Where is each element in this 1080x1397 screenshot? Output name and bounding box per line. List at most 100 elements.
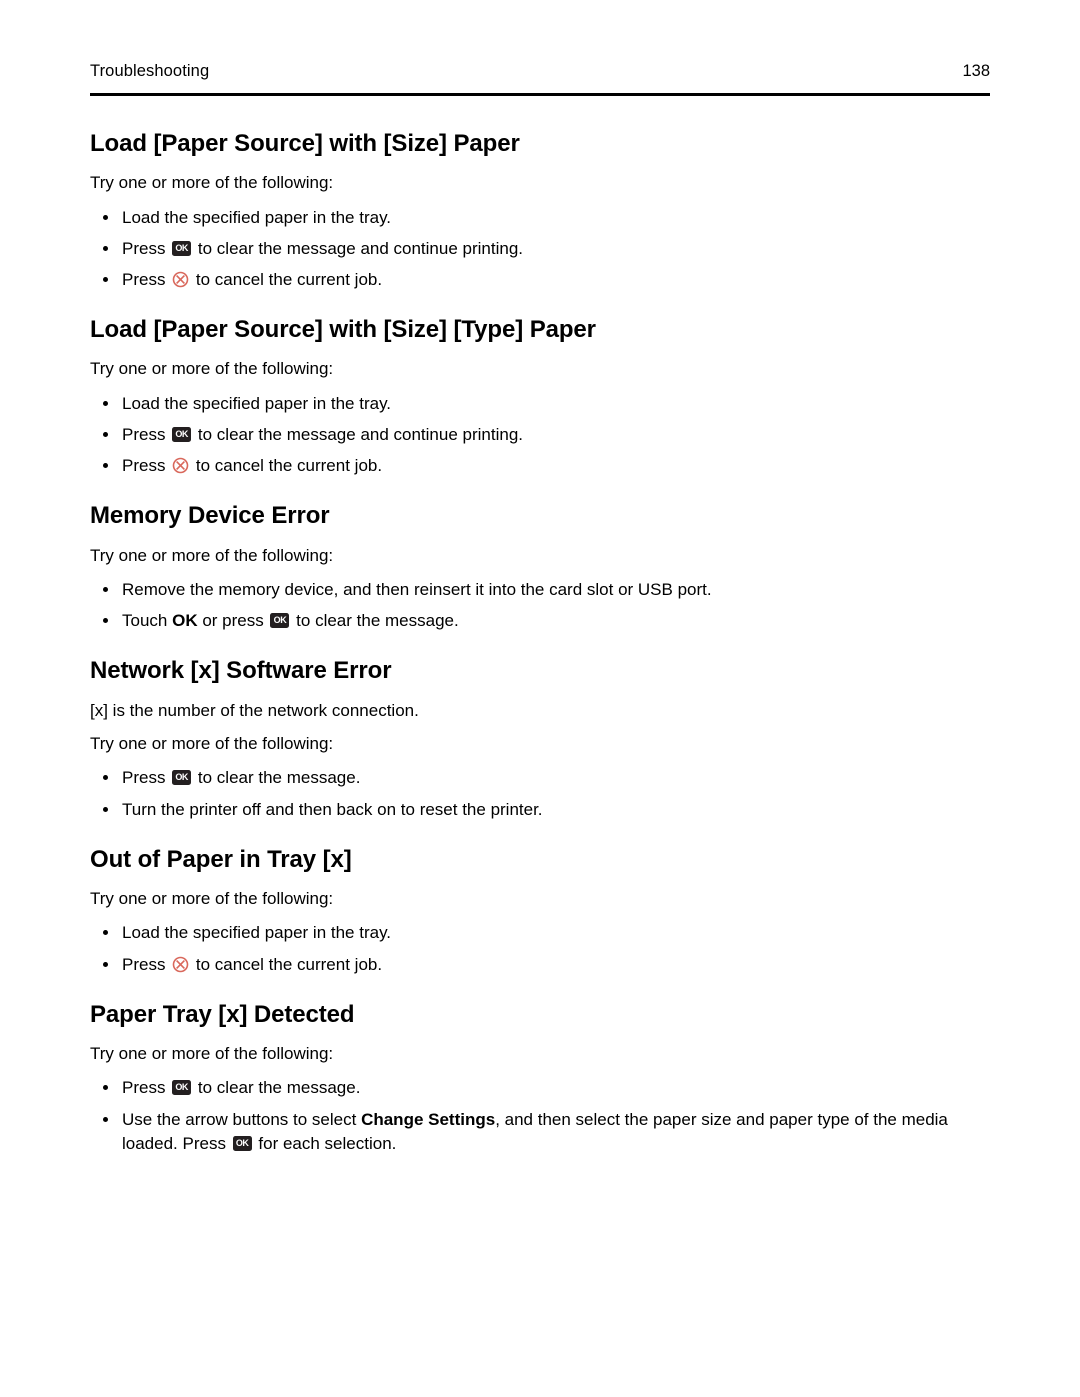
bullet-dot-icon bbox=[103, 618, 108, 624]
text-fragment: for each selection. bbox=[253, 1133, 397, 1153]
text-fragment: to cancel the current job. bbox=[191, 270, 383, 289]
text-fragment: Use the arrow buttons to select bbox=[122, 1109, 362, 1129]
text-fragment: to clear the message and continue printi… bbox=[193, 425, 524, 444]
text-fragment: or press bbox=[197, 611, 269, 631]
header-divider-rule bbox=[90, 93, 990, 96]
text-fragment: to clear the message. bbox=[193, 1078, 361, 1098]
section-intro-text-secondary: Try one or more of the following: bbox=[90, 734, 334, 753]
content-section: Network [x] Software Error [x] is the num… bbox=[90, 657, 1000, 821]
bullet-dot-icon bbox=[103, 961, 108, 967]
section-heading: Network [x] Software Error bbox=[90, 657, 392, 685]
text-fragment: to cancel the current job. bbox=[191, 456, 383, 476]
section-intro-text: Try one or more of the following: bbox=[90, 359, 334, 379]
ok-button-icon: OK bbox=[172, 240, 192, 256]
bullet-dot-icon bbox=[103, 587, 108, 592]
bullet-dot-icon bbox=[103, 277, 108, 282]
bullet-dot-icon bbox=[103, 214, 108, 220]
content-section: Memory Device Error Try one or more of th… bbox=[90, 502, 1000, 633]
list-item: Remove the memory device, and then reins… bbox=[90, 578, 1000, 602]
text-fragment: Press bbox=[122, 425, 171, 444]
list-item: Press OK to clear the message. bbox=[90, 1076, 1000, 1100]
document-page: Troubleshooting 138 Load [Paper Source] … bbox=[0, 0, 1080, 1397]
content-section: Load [Paper Source] with [Size] Paper Try… bbox=[90, 130, 1000, 292]
section-intro-text: [x] is the number of the network connect… bbox=[90, 700, 419, 720]
text-fragment: Press bbox=[122, 456, 171, 476]
bullet-dot-icon bbox=[103, 775, 108, 781]
text-fragment: Turn the printer off and then back on to… bbox=[122, 799, 543, 819]
instruction-list: Load the specified paper in the tray. Pre… bbox=[90, 206, 1000, 292]
list-item: Press OK to clear the message and contin… bbox=[90, 423, 1000, 447]
text-fragment: Press bbox=[122, 768, 171, 788]
text-fragment: to clear the message and continue printi… bbox=[193, 238, 524, 258]
page-number: 138 bbox=[962, 62, 990, 80]
text-fragment: to clear the message. bbox=[193, 768, 361, 788]
section-heading: Paper Tray [x] Detected bbox=[90, 1000, 355, 1028]
running-header: Troubleshooting 138 bbox=[90, 62, 990, 80]
bullet-dot-icon bbox=[103, 806, 108, 812]
bullet-dot-icon bbox=[103, 1085, 108, 1091]
text-fragment: Load the specified paper in the tray. bbox=[122, 923, 392, 943]
page-content: Load [Paper Source] with [Size] Paper Try… bbox=[90, 130, 1000, 1156]
list-item: Press OK to clear the message. bbox=[90, 766, 1000, 790]
bullet-dot-icon bbox=[103, 400, 108, 406]
list-item: Use the arrow buttons to select Change S… bbox=[90, 1108, 1000, 1156]
bullet-dot-icon bbox=[103, 463, 108, 469]
content-section: Paper Tray [x] Detected Try one or more o… bbox=[90, 1001, 1000, 1156]
instruction-list: Load the specified paper in the tray. Pre… bbox=[90, 921, 1000, 976]
list-item: Load the specified paper in the tray. bbox=[90, 206, 1000, 230]
emphasized-term: Change Settings bbox=[361, 1109, 496, 1129]
section-heading: Load [Paper Source] with [Size] Paper bbox=[90, 130, 520, 157]
cancel-button-icon bbox=[172, 956, 189, 973]
section-heading: Memory Device Error bbox=[90, 502, 330, 530]
ok-icon-label: OK bbox=[175, 1082, 189, 1093]
text-fragment: Press bbox=[122, 954, 171, 974]
section-intro-text: Try one or more of the following: bbox=[90, 173, 334, 193]
text-fragment: Load the specified paper in the tray. bbox=[122, 207, 392, 227]
section-heading: Out of Paper in Tray [x] bbox=[90, 845, 352, 873]
list-item: Load the specified paper in the tray. bbox=[90, 921, 1000, 945]
list-item: Press to cancel the current job. bbox=[90, 953, 1000, 977]
text-fragment: Press bbox=[122, 238, 171, 258]
instruction-list: Press OK to clear the message. Turn the p… bbox=[90, 766, 1000, 821]
ok-icon-label: OK bbox=[273, 615, 287, 626]
list-item: Turn the printer off and then back on to… bbox=[90, 798, 1000, 822]
ok-icon-label: OK bbox=[175, 772, 189, 783]
ok-icon-label: OK bbox=[175, 242, 189, 253]
instruction-list: Remove the memory device, and then reins… bbox=[90, 578, 1000, 633]
ok-button-icon: OK bbox=[232, 1135, 252, 1151]
instruction-list: Load the specified paper in the tray. Pre… bbox=[90, 392, 1000, 478]
emphasized-term: OK bbox=[172, 611, 198, 631]
ok-button-icon: OK bbox=[172, 770, 192, 786]
list-item: Load the specified paper in the tray. bbox=[90, 392, 1000, 416]
text-fragment: Load the specified paper in the tray. bbox=[122, 393, 392, 413]
list-item: Press to cancel the current job. bbox=[90, 454, 1000, 478]
content-section: Out of Paper in Tray [x] Try one or more … bbox=[90, 846, 1000, 977]
ok-icon-label: OK bbox=[235, 1137, 249, 1148]
section-heading: Load [Paper Source] with [Size] [Type] P… bbox=[90, 316, 596, 344]
header-section-title: Troubleshooting bbox=[90, 62, 210, 80]
ok-icon-label: OK bbox=[175, 429, 189, 439]
text-fragment: Touch bbox=[122, 611, 173, 631]
section-intro-text: Try one or more of the following: bbox=[90, 1044, 334, 1063]
ok-button-icon: OK bbox=[172, 1080, 192, 1096]
instruction-list: Press OK to clear the message. Use the ar… bbox=[90, 1076, 1000, 1155]
list-item: Touch OK or press OK to clear the messag… bbox=[90, 609, 1000, 633]
ok-button-icon: OK bbox=[172, 427, 192, 442]
cancel-button-icon bbox=[172, 271, 189, 288]
text-fragment: to clear the message. bbox=[291, 611, 459, 631]
content-section: Load [Paper Source] with [Size] [Type] P… bbox=[90, 316, 1000, 478]
bullet-dot-icon bbox=[103, 245, 108, 251]
text-fragment: Remove the memory device, and then reins… bbox=[122, 580, 712, 599]
text-fragment: Press bbox=[122, 270, 171, 289]
list-item: Press OK to clear the message and contin… bbox=[90, 237, 1000, 261]
section-intro-text: Try one or more of the following: bbox=[90, 545, 334, 565]
bullet-dot-icon bbox=[103, 432, 108, 437]
bullet-dot-icon bbox=[103, 1116, 108, 1122]
text-fragment: to cancel the current job. bbox=[191, 954, 383, 974]
cancel-button-icon bbox=[172, 457, 189, 474]
section-intro-text: Try one or more of the following: bbox=[90, 889, 334, 908]
ok-button-icon: OK bbox=[270, 613, 290, 629]
bullet-dot-icon bbox=[103, 930, 108, 936]
text-fragment: Press bbox=[122, 1078, 171, 1098]
list-item: Press to cancel the current job. bbox=[90, 268, 1000, 292]
